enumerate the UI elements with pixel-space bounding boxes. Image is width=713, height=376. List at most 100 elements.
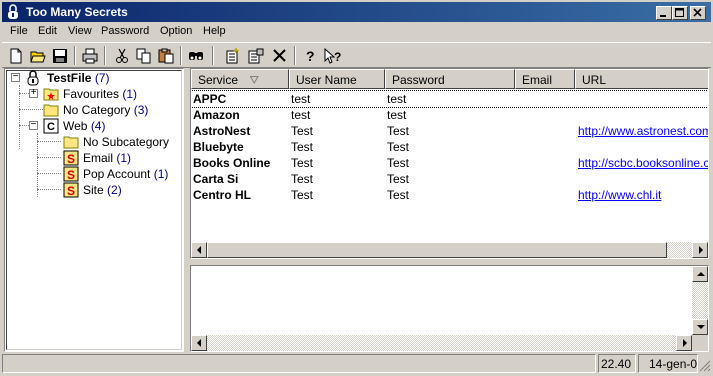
cell-service: AstroNest — [193, 124, 251, 138]
properties-button[interactable] — [246, 46, 266, 65]
toolbar-separator — [180, 46, 182, 65]
column-header-email[interactable]: Email — [515, 69, 575, 89]
cell-password: Test — [387, 124, 410, 138]
app-window: Too Many Secrets File Edit View Password… — [0, 0, 713, 376]
cell-user: test — [291, 92, 311, 106]
collapse-toggle[interactable]: − — [11, 71, 20, 82]
maximize-icon — [675, 8, 684, 17]
delete-button[interactable] — [270, 46, 290, 65]
cell-url[interactable]: http://scbc.booksonline.co — [578, 156, 708, 170]
scroll-corner — [692, 335, 708, 351]
menu-view[interactable]: View — [68, 25, 92, 37]
save-button[interactable] — [50, 46, 70, 65]
table-row[interactable]: Centro HL Test Test http://www.chl.it — [191, 187, 708, 203]
tree-item-label: Site — [83, 183, 104, 197]
properties-icon — [248, 48, 264, 64]
arrow-right-icon — [699, 246, 703, 254]
toolbar: ? ? — [2, 42, 711, 68]
cell-url[interactable]: http://www.astronest.com — [578, 124, 708, 138]
notes-horizontal-scrollbar[interactable] — [191, 335, 692, 351]
toolbar-separator — [294, 46, 296, 65]
tree-item-label: No Category — [63, 103, 131, 117]
cell-service: Centro HL — [193, 188, 251, 202]
scroll-left-button[interactable] — [191, 335, 207, 351]
cell-password: Test — [387, 188, 410, 202]
menu-password[interactable]: Password — [101, 25, 149, 37]
tree-item-count: (1) — [122, 87, 138, 101]
tree-item-count: (1) — [153, 167, 169, 181]
new-entry-button[interactable] — [222, 46, 242, 65]
table-row[interactable]: Amazon test test — [191, 107, 708, 123]
copy-icon — [136, 48, 151, 64]
find-button[interactable] — [186, 46, 206, 65]
scroll-right-button[interactable] — [676, 335, 692, 351]
column-header-label: Password — [392, 73, 445, 87]
notes-pane[interactable] — [190, 265, 709, 352]
help-icon: ? — [306, 48, 315, 64]
minimize-icon — [660, 15, 666, 17]
context-help-button[interactable]: ? — [322, 46, 342, 65]
scroll-right-button[interactable] — [692, 242, 708, 258]
scroll-up-button[interactable] — [692, 266, 708, 282]
maximize-button[interactable] — [672, 6, 688, 20]
resize-grip-icon[interactable] — [699, 360, 711, 372]
menu-edit[interactable]: Edit — [38, 25, 57, 37]
cell-url[interactable]: http://www.chl.it — [578, 188, 708, 202]
tree-connector — [19, 125, 29, 126]
tree-connector — [37, 157, 61, 158]
column-header-user-name[interactable]: User Name — [289, 69, 385, 89]
cell-user: Test — [291, 156, 314, 170]
menu-option[interactable]: Option — [160, 25, 192, 37]
padlock-icon — [27, 70, 39, 86]
menu-file[interactable]: File — [10, 25, 28, 37]
table-row[interactable]: Books Online Test Test http://scbc.books… — [191, 155, 708, 171]
cell-service: Amazon — [193, 108, 240, 122]
subcategory-icon: S — [63, 182, 79, 198]
status-bar: 22.40 14-gen-02 — [2, 354, 711, 374]
collapse-toggle[interactable]: − — [29, 119, 38, 130]
tree-item-count: (2) — [107, 183, 122, 197]
tree-item-label: Web — [63, 119, 88, 133]
cell-service: Books Online — [193, 156, 271, 170]
minimize-button[interactable] — [656, 6, 672, 20]
cell-service: Bluebyte — [193, 140, 244, 154]
help-button[interactable]: ? — [300, 46, 320, 65]
table-row[interactable]: Bluebyte Test Test — [191, 139, 708, 155]
list-horizontal-scrollbar[interactable] — [191, 242, 708, 258]
svg-text:S: S — [67, 152, 75, 166]
svg-text:S: S — [67, 168, 75, 182]
cut-button[interactable] — [112, 46, 132, 65]
menu-help[interactable]: Help — [203, 25, 226, 37]
copy-button[interactable] — [134, 46, 154, 65]
open-button[interactable] — [28, 46, 48, 65]
cell-service: APPC — [193, 92, 227, 106]
entries-list[interactable]: Service User Name Password Email URL APP… — [190, 68, 709, 259]
status-time-text: 22.40 — [600, 357, 631, 371]
cell-password: Test — [387, 156, 410, 170]
column-header-url[interactable]: URL — [575, 69, 708, 89]
paste-button[interactable] — [156, 46, 176, 65]
column-header-password[interactable]: Password — [385, 69, 515, 89]
expand-toggle[interactable]: + — [29, 87, 38, 98]
svg-text:C: C — [47, 121, 55, 133]
close-button[interactable] — [690, 6, 706, 20]
scroll-left-button[interactable] — [191, 242, 207, 258]
table-row[interactable]: Carta Si Test Test — [191, 171, 708, 187]
table-row[interactable]: APPC test test — [191, 90, 708, 108]
tree-item-label: No Subcategory — [83, 135, 170, 149]
scroll-thumb[interactable] — [207, 242, 667, 258]
new-button[interactable] — [6, 46, 26, 65]
print-button[interactable] — [80, 46, 100, 65]
find-icon — [189, 52, 203, 60]
cell-password: test — [387, 108, 407, 122]
table-row[interactable]: AstroNest Test Test http://www.astronest… — [191, 123, 708, 139]
column-header-service[interactable]: Service — [191, 69, 289, 89]
status-date: 14-gen-02 — [638, 354, 698, 373]
category-tree[interactable]: − TestFile (7) + Favourites (1) No Categ… — [4, 68, 184, 352]
tree-connector — [19, 109, 43, 110]
favourites-folder-icon — [43, 88, 59, 101]
scroll-down-button[interactable] — [692, 319, 708, 335]
notes-vertical-scrollbar[interactable] — [692, 266, 708, 335]
title-bar[interactable]: Too Many Secrets — [2, 2, 711, 22]
sort-arrow-icon — [250, 76, 259, 84]
